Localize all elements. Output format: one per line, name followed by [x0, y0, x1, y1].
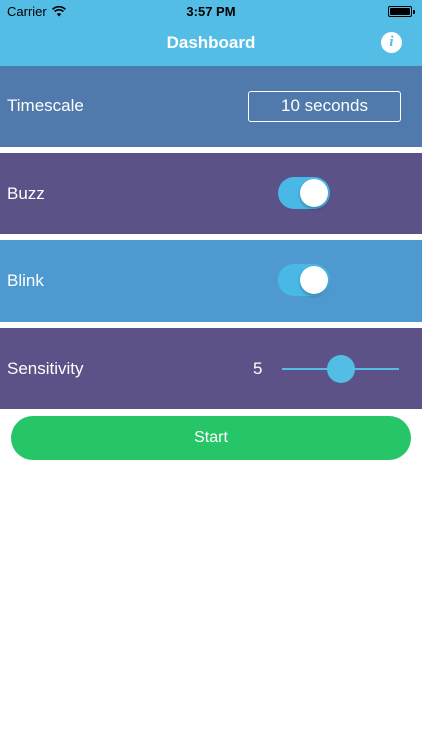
buzz-row: Buzz — [0, 153, 422, 234]
buzz-toggle-knob — [300, 179, 328, 207]
buzz-toggle[interactable] — [278, 177, 330, 209]
navigation-header: Carrier 3:57 PM Dashboard i — [0, 0, 422, 66]
status-time: 3:57 PM — [186, 4, 236, 19]
sensitivity-row: Sensitivity 5 — [0, 328, 422, 409]
sensitivity-slider[interactable] — [282, 354, 399, 384]
battery-icon — [388, 6, 415, 17]
timescale-row: Timescale 10 seconds — [0, 66, 422, 147]
start-button[interactable]: Start — [11, 416, 411, 460]
blink-toggle-knob — [300, 266, 328, 294]
page-title: Dashboard — [166, 33, 256, 52]
blink-label: Blink — [7, 271, 44, 290]
buzz-label: Buzz — [7, 184, 45, 203]
timescale-label: Timescale — [7, 96, 84, 115]
blink-toggle[interactable] — [278, 264, 330, 296]
slider-thumb[interactable] — [326, 355, 355, 383]
sensitivity-value: 5 — [253, 359, 263, 378]
timescale-field[interactable]: 10 seconds — [248, 91, 401, 122]
sensitivity-label: Sensitivity — [7, 359, 84, 378]
status-bar: Carrier 3:57 PM — [0, 0, 422, 22]
blink-row: Blink — [0, 240, 422, 322]
info-icon[interactable]: i — [381, 32, 402, 53]
